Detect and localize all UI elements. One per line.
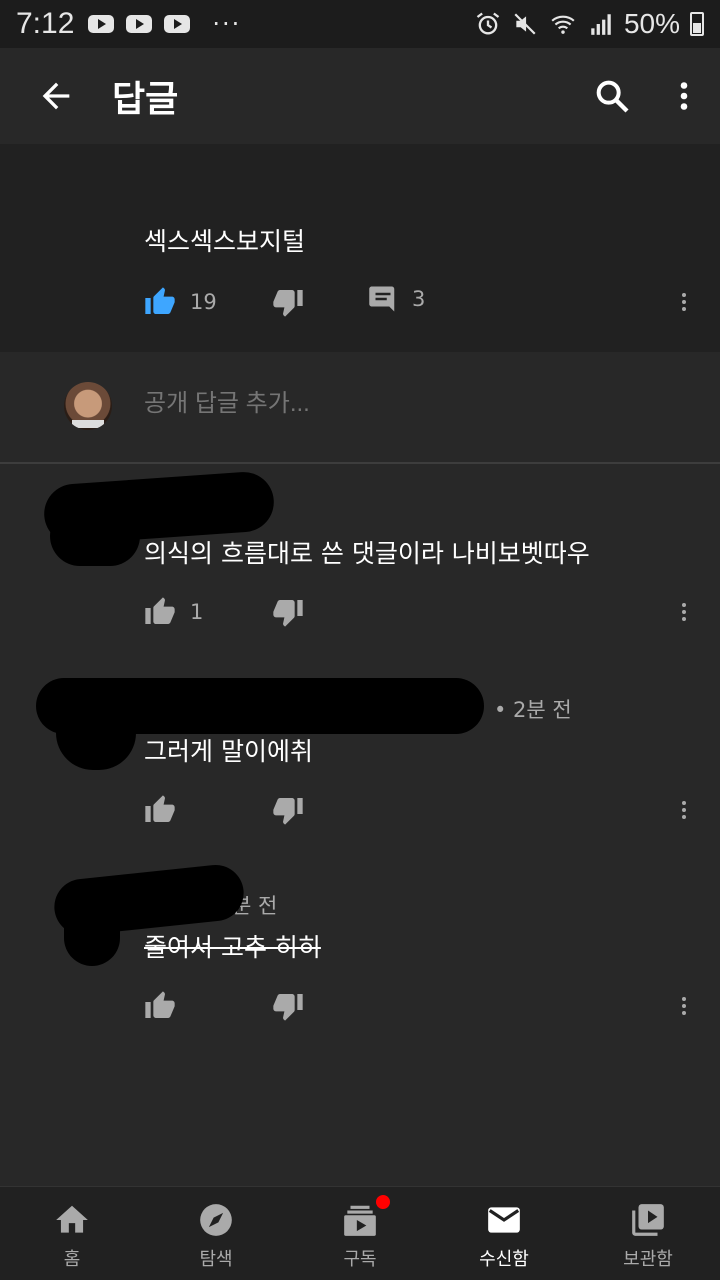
page-title: 답글 xyxy=(112,79,179,120)
nav-label: 구독 xyxy=(343,1249,377,1270)
user-avatar xyxy=(64,382,112,430)
redacted-avatar xyxy=(50,506,140,566)
like-button[interactable]: 19 xyxy=(144,286,217,318)
youtube-notification-icon xyxy=(126,15,153,33)
comment-icon xyxy=(369,286,395,312)
nav-inbox[interactable]: 수신함 xyxy=(432,1187,576,1280)
nav-label: 보관함 xyxy=(623,1249,673,1270)
arrow-back-icon xyxy=(42,82,70,110)
dislike-button[interactable] xyxy=(272,990,304,1026)
reply-actions xyxy=(144,790,704,830)
status-time: 7:12 xyxy=(16,7,75,40)
home-icon xyxy=(56,1205,88,1233)
thumb-down-icon xyxy=(273,600,303,627)
like-count: 19 xyxy=(190,290,217,314)
like-button[interactable] xyxy=(144,990,190,1022)
more-vert-icon xyxy=(682,801,686,819)
reply-text: 의식의 흐름대로 쓴 댓글이라 나비보벳따우 xyxy=(144,539,590,568)
dislike-button[interactable] xyxy=(272,794,304,830)
comment-actions: 19 3 xyxy=(144,282,704,322)
dislike-button[interactable] xyxy=(272,596,304,632)
battery-icon xyxy=(690,12,704,36)
more-vert-icon xyxy=(682,293,686,311)
nav-library[interactable]: 보관함 xyxy=(576,1187,720,1280)
thumb-up-icon xyxy=(145,597,175,624)
thumb-up-icon xyxy=(145,795,175,822)
app-bar: 답글 xyxy=(0,48,720,144)
alarm-icon xyxy=(476,12,500,35)
like-button[interactable]: 1 xyxy=(144,596,203,628)
more-notifications-indicator: ··· xyxy=(212,10,242,38)
nav-label: 홈 xyxy=(63,1249,81,1270)
comment-text: 섹스섹스보지털 xyxy=(144,227,306,256)
reply-text: 그러게 말이에취 xyxy=(144,737,313,766)
reply-item: 분 전 줄여서 고추 히히 xyxy=(0,862,720,1066)
like-count: 1 xyxy=(190,600,204,624)
youtube-notification-icon xyxy=(164,15,191,33)
signal-icon xyxy=(591,14,611,35)
search-icon xyxy=(596,80,629,113)
reply-more-button[interactable] xyxy=(664,592,704,632)
back-button[interactable] xyxy=(0,48,112,144)
reply-item: 의식의 흐름대로 쓴 댓글이라 나비보벳따우 1 xyxy=(0,466,720,666)
explore-icon xyxy=(200,1204,232,1236)
notification-dot xyxy=(376,1195,390,1209)
status-bar: 7:12 ··· 50% xyxy=(0,0,720,48)
nav-explore[interactable]: 탐색 xyxy=(144,1187,288,1280)
search-button[interactable] xyxy=(576,48,648,144)
nav-label: 탐색 xyxy=(199,1249,233,1270)
thumb-up-icon xyxy=(145,287,175,314)
highlighted-comment: 섹스섹스보지털 19 3 xyxy=(0,144,720,352)
reply-input[interactable] xyxy=(144,390,664,418)
reply-actions: 1 xyxy=(144,592,704,632)
reply-count-button[interactable]: 3 xyxy=(368,284,425,314)
more-vert-icon xyxy=(682,997,686,1015)
reply-meta: • 2분 전 xyxy=(494,698,572,722)
battery-percent: 50% xyxy=(623,8,680,39)
thumb-up-icon xyxy=(145,991,175,1018)
thumb-down-icon xyxy=(273,994,303,1021)
youtube-notification-icon xyxy=(88,15,115,33)
thumb-down-icon xyxy=(273,798,303,825)
reply-text: 줄여서 고추 히히 xyxy=(144,933,321,962)
redacted-avatar xyxy=(56,696,136,770)
nav-subscriptions[interactable]: 구독 xyxy=(288,1187,432,1280)
more-vert-icon xyxy=(680,82,688,110)
wifi-icon xyxy=(551,15,575,34)
more-options-button[interactable] xyxy=(648,48,720,144)
library-icon xyxy=(632,1204,664,1236)
subscriptions-icon xyxy=(344,1205,376,1236)
nav-label: 수신함 xyxy=(479,1249,529,1270)
thumb-down-icon xyxy=(273,290,303,317)
reply-count: 3 xyxy=(412,287,426,311)
nav-home[interactable]: 홈 xyxy=(0,1187,144,1280)
dislike-button[interactable] xyxy=(272,286,304,322)
reply-more-button[interactable] xyxy=(664,790,704,830)
reply-more-button[interactable] xyxy=(664,986,704,1026)
more-vert-icon xyxy=(682,603,686,621)
reply-actions xyxy=(144,986,704,1026)
like-button[interactable] xyxy=(144,794,190,826)
inbox-icon xyxy=(488,1207,520,1233)
mute-icon xyxy=(514,13,536,35)
comment-more-button[interactable] xyxy=(664,282,704,322)
redacted-avatar xyxy=(64,896,120,966)
bottom-navigation: 홈 탐색 구독 수신함 보관함 xyxy=(0,1186,720,1280)
reply-item: • 2분 전 그러게 말이에취 xyxy=(0,666,720,866)
